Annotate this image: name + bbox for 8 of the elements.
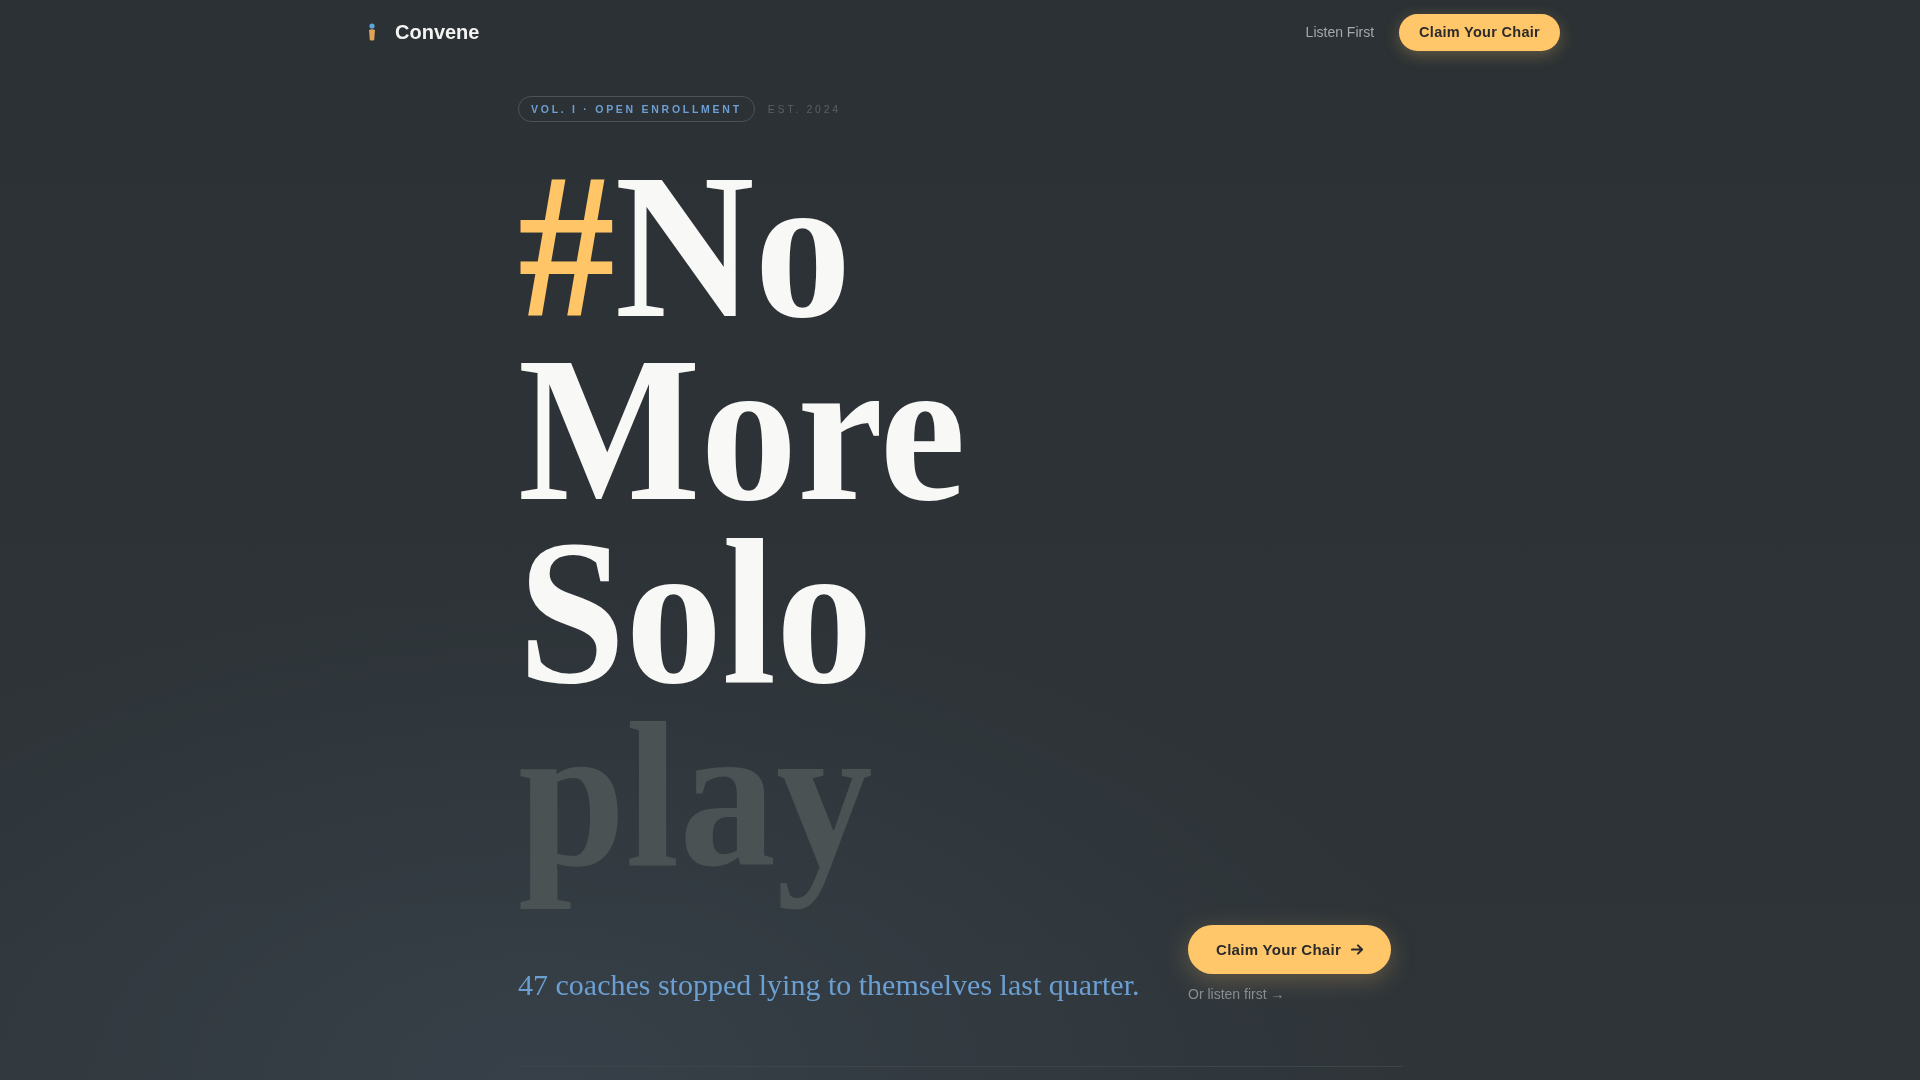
nav-link[interactable]: Listen First bbox=[1305, 24, 1375, 40]
arrow-icon bbox=[1351, 944, 1365, 955]
claim-button[interactable]: Claim Your Chair bbox=[1188, 925, 1392, 974]
person-icon bbox=[367, 23, 377, 41]
brand-name: Convene bbox=[395, 20, 480, 44]
claim-button[interactable]: Claim Your Chair bbox=[1399, 13, 1560, 51]
subtitle: 47 coaches stopped lying to themselves last quarter. bbox=[518, 968, 1140, 1002]
listen-link[interactable]: Or listen first → bbox=[1188, 986, 1285, 1002]
